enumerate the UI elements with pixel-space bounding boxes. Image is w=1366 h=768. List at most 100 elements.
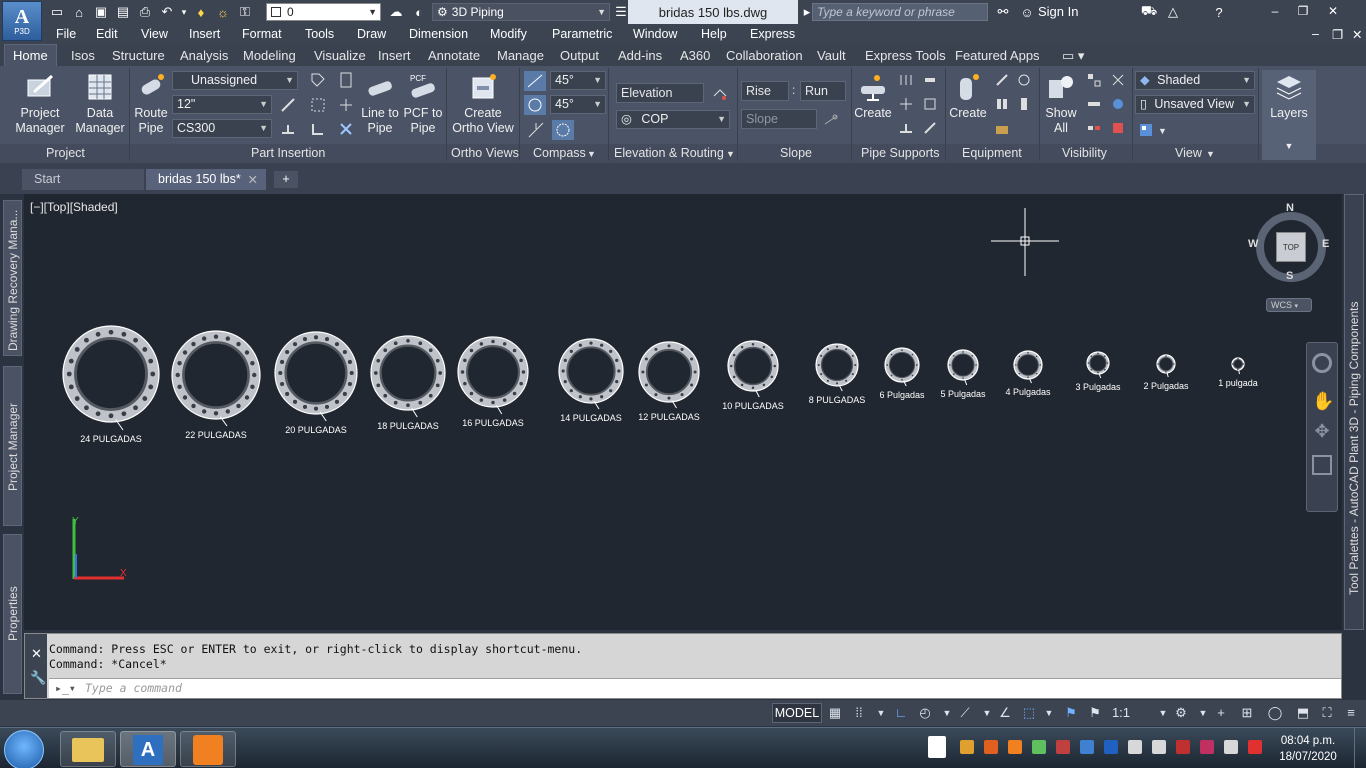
drawing-canvas[interactable]: [−][Top][Shaded] Y X 24 PULGADAS 22 PULGA… bbox=[24, 194, 1342, 630]
start-button[interactable] bbox=[4, 730, 44, 768]
menu-window[interactable]: Window bbox=[633, 27, 677, 41]
autocad-plant-icon[interactable]: A bbox=[120, 731, 176, 767]
compass-north[interactable]: N bbox=[1286, 202, 1294, 214]
ribbon-options-icon[interactable]: ▭ ▾ bbox=[1062, 48, 1084, 64]
doc-restore-icon[interactable]: ❐ bbox=[1332, 27, 1343, 42]
viewcube[interactable]: TOP N S W E bbox=[1248, 202, 1330, 290]
tab-express-tools[interactable]: Express Tools bbox=[865, 48, 946, 63]
create-equipment-button[interactable]: Create bbox=[948, 72, 988, 121]
hardware-acceleration-icon[interactable]: ◯ bbox=[1266, 704, 1284, 722]
workspace-dropdown[interactable]: ⚙ 3D Piping ▼ bbox=[432, 3, 610, 21]
connect-icon[interactable] bbox=[338, 97, 354, 113]
desktop-preview-icon[interactable] bbox=[928, 736, 946, 758]
properties-palette[interactable]: Properties bbox=[3, 534, 22, 694]
object-snap-tracking-icon[interactable]: ∠ bbox=[996, 704, 1014, 722]
project-manager-button[interactable]: Project Manager bbox=[10, 72, 70, 136]
doc-minimize-icon[interactable]: – bbox=[1312, 27, 1319, 41]
tab-modeling[interactable]: Modeling bbox=[243, 48, 296, 63]
slope-icon[interactable] bbox=[823, 112, 839, 128]
compass-west[interactable]: W bbox=[1248, 238, 1258, 250]
print-icon[interactable]: ⎙ bbox=[136, 3, 154, 21]
sign-in-link[interactable]: Sign In bbox=[1038, 4, 1078, 19]
layer-dropdown[interactable]: 0 ▼ bbox=[266, 3, 381, 21]
system-clock[interactable]: 08:04 p.m. 18/07/2020 bbox=[1270, 733, 1346, 765]
flange[interactable]: 14 PULGADAS bbox=[558, 338, 624, 423]
support-tool-3-icon[interactable] bbox=[898, 120, 914, 136]
compass-angle-1[interactable]: 45° ▼ bbox=[550, 71, 606, 90]
line-to-pipe-button[interactable]: Line to Pipe bbox=[360, 72, 400, 136]
undo-icon[interactable]: ↶ bbox=[158, 3, 176, 21]
tab-manage[interactable]: Manage bbox=[497, 48, 544, 63]
create-ortho-view-button[interactable]: Create Ortho View bbox=[450, 72, 516, 136]
chevron-down-icon[interactable]: ▼ bbox=[1194, 704, 1212, 722]
cop-dropdown[interactable]: ◎ COP ▼ bbox=[616, 110, 730, 129]
chevron-down-icon[interactable]: ▼ bbox=[1154, 704, 1172, 722]
compass-icon[interactable] bbox=[524, 71, 546, 91]
menu-tools[interactable]: Tools bbox=[305, 27, 334, 41]
panel-compass-title[interactable]: Compass bbox=[533, 146, 586, 160]
wcs-menu[interactable]: WCS ▾ bbox=[1266, 298, 1312, 312]
add-icon[interactable]: + bbox=[1212, 704, 1230, 722]
valve-icon[interactable] bbox=[338, 121, 354, 137]
flange[interactable]: 5 Pulgadas bbox=[940, 349, 986, 399]
visual-style-dropdown[interactable]: ◆ Shaded ▼ bbox=[1135, 71, 1255, 90]
equipment-tool-2-icon[interactable] bbox=[994, 96, 1010, 112]
tab-structure[interactable]: Structure bbox=[112, 48, 165, 63]
tab-visualize[interactable]: Visualize bbox=[314, 48, 366, 63]
pipe-size-dropdown[interactable]: 12" ▼ bbox=[172, 95, 272, 114]
compass-snap-icon[interactable] bbox=[524, 95, 546, 115]
command-prompt-icon[interactable]: ▸_▾ bbox=[55, 679, 76, 698]
showmotion-icon[interactable] bbox=[1312, 455, 1332, 475]
isolate-icon[interactable] bbox=[1086, 72, 1102, 88]
doc-icon[interactable] bbox=[338, 72, 354, 88]
save-as-icon[interactable]: ▤ bbox=[114, 3, 132, 21]
flange[interactable]: 20 PULGADAS bbox=[274, 331, 358, 435]
tray-app-5-icon[interactable] bbox=[1080, 740, 1094, 754]
tab-a360[interactable]: A360 bbox=[680, 48, 710, 63]
tab-analysis[interactable]: Analysis bbox=[180, 48, 228, 63]
isolate-objects-icon[interactable]: ⊞ bbox=[1238, 704, 1256, 722]
support-tool-5-icon[interactable] bbox=[922, 96, 938, 112]
menu-draw[interactable]: Draw bbox=[357, 27, 386, 41]
open-icon[interactable]: ⌂ bbox=[70, 3, 88, 21]
menu-edit[interactable]: Edit bbox=[96, 27, 118, 41]
flange[interactable]: 22 PULGADAS bbox=[171, 330, 261, 440]
tab-start[interactable]: Start bbox=[22, 169, 144, 190]
panel-elevation-routing-title[interactable]: Elevation & Routing bbox=[614, 146, 724, 160]
elevation-field[interactable]: Elevation bbox=[616, 83, 704, 103]
chevron-down-icon[interactable]: ▼ bbox=[1206, 149, 1215, 159]
search-input[interactable]: Type a keyword or phrase bbox=[812, 3, 988, 21]
menu-modify[interactable]: Modify bbox=[490, 27, 527, 41]
support-tool-4-icon[interactable] bbox=[922, 72, 938, 88]
flange[interactable]: 24 PULGADAS bbox=[62, 325, 160, 444]
run-field[interactable]: Run bbox=[800, 81, 846, 101]
flange[interactable]: 16 PULGADAS bbox=[457, 336, 529, 428]
compass-south[interactable]: S bbox=[1286, 270, 1293, 282]
flange[interactable]: 1 pulgada bbox=[1218, 357, 1258, 388]
workspace-gear-icon[interactable]: ⚙ bbox=[1172, 704, 1190, 722]
isodraft-icon[interactable]: ⟋ bbox=[956, 704, 974, 722]
close-icon[interactable]: ✕ bbox=[31, 646, 42, 662]
flange[interactable]: 3 Pulgadas bbox=[1075, 351, 1121, 392]
hide-icon[interactable] bbox=[1086, 96, 1102, 112]
compass-toggle-icon[interactable] bbox=[526, 120, 546, 140]
lock-icon[interactable]: ⚿ bbox=[236, 3, 254, 21]
auto-scale-icon[interactable]: ⚑ bbox=[1086, 704, 1104, 722]
speaker-icon[interactable] bbox=[1152, 740, 1166, 754]
viewcube-top-face[interactable]: TOP bbox=[1276, 232, 1306, 262]
cart-icon[interactable]: ⛟ bbox=[1140, 3, 1158, 21]
command-input[interactable]: ▸_▾ Type a command bbox=[49, 678, 1341, 698]
elevation-pick-icon[interactable] bbox=[712, 86, 728, 102]
chevron-down-icon[interactable]: ▼ bbox=[872, 704, 890, 722]
restore-icon[interactable]: ❐ bbox=[1290, 2, 1316, 20]
wrench-icon[interactable]: 🔧 bbox=[30, 670, 46, 686]
model-space-button[interactable]: MODEL bbox=[772, 703, 822, 723]
tool-palettes-strip[interactable]: Tool Palettes - AutoCAD Plant 3D - Pipin… bbox=[1344, 194, 1364, 630]
help-icon[interactable]: ? bbox=[1210, 3, 1228, 21]
customize-status-icon[interactable]: ≡ bbox=[1342, 704, 1360, 722]
action-center-icon[interactable] bbox=[1224, 740, 1238, 754]
route-pipe-button[interactable]: Route Pipe bbox=[133, 72, 169, 136]
ortho-icon[interactable]: ∟ bbox=[892, 704, 910, 722]
chevron-down-icon[interactable]: ▼ bbox=[978, 704, 996, 722]
polar-icon[interactable]: ◴ bbox=[916, 704, 934, 722]
